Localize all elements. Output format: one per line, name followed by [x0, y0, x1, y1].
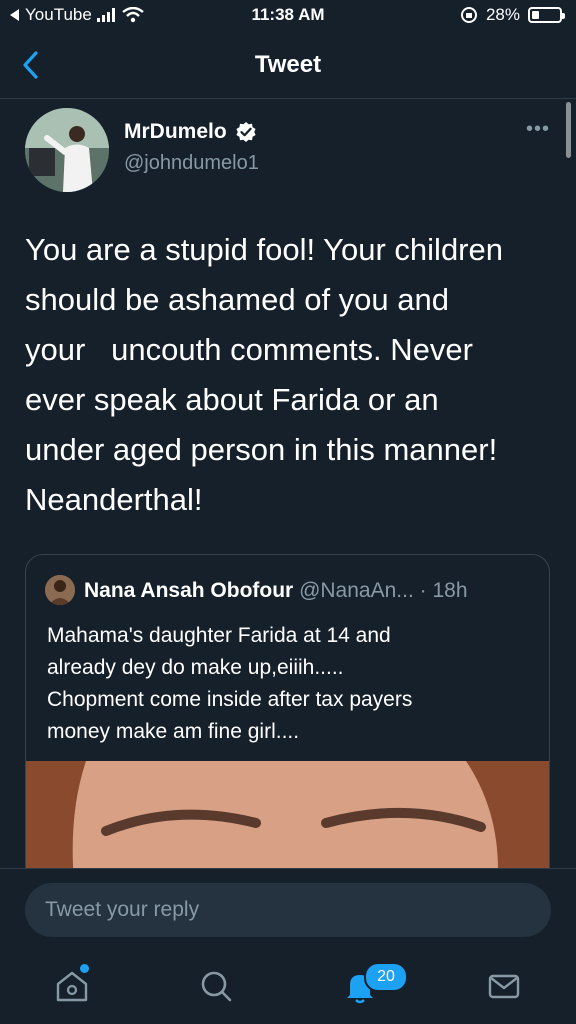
- status-right: 28%: [460, 5, 565, 25]
- author-name-row[interactable]: MrDumelo: [124, 120, 257, 144]
- status-bar: YouTube 11:38 AM 28%: [0, 0, 576, 32]
- verified-badge-icon: [236, 122, 256, 142]
- notifications-badge: 20: [364, 962, 408, 992]
- nav-bar: Tweet: [0, 32, 576, 99]
- author-handle[interactable]: @johndumelo1: [124, 152, 259, 175]
- quote-author-name: Nana Ansah Obofour: [84, 579, 294, 602]
- battery-icon: [528, 7, 565, 23]
- orientation-lock-icon: [460, 7, 477, 23]
- quote-avatar-photo: [45, 575, 75, 605]
- reply-placeholder: Tweet your reply: [45, 898, 200, 921]
- scrollbar[interactable]: [566, 102, 571, 158]
- page-title: Tweet: [254, 51, 322, 78]
- quote-avatar: [45, 575, 75, 605]
- tab-messages[interactable]: [486, 968, 522, 1004]
- quote-text: Mahama's daughter Farida at 14 and alrea…: [47, 624, 413, 743]
- quote-header: Nana Ansah Obofour @NanaAn... · 18h: [84, 579, 468, 603]
- reply-input[interactable]: Tweet your reply: [25, 883, 551, 937]
- quote-media-image[interactable]: [26, 761, 549, 883]
- mail-icon: [488, 974, 520, 999]
- tab-home[interactable]: [54, 968, 90, 1004]
- battery-percent: 28%: [485, 5, 520, 24]
- tab-bar: 20: [0, 940, 576, 1024]
- tab-explore[interactable]: [198, 968, 234, 1004]
- avatar-photo: [25, 108, 109, 192]
- reply-bar: Tweet your reply: [0, 868, 576, 941]
- tweet-text: You are a stupid fool! Your children sho…: [25, 232, 503, 517]
- search-icon: [201, 971, 232, 1002]
- more-options-button[interactable]: •••: [526, 118, 550, 141]
- quote-time: · 18h: [419, 579, 468, 602]
- quote-photo: [26, 761, 549, 883]
- quoted-tweet-card[interactable]: Nana Ansah Obofour @NanaAn... · 18h Maha…: [25, 554, 550, 884]
- home-new-dot: [80, 964, 89, 973]
- avatar[interactable]: [25, 108, 109, 192]
- home-icon: [56, 971, 88, 1002]
- quote-author-handle: @NanaAn...: [299, 579, 414, 602]
- author-name[interactable]: MrDumelo: [124, 120, 227, 144]
